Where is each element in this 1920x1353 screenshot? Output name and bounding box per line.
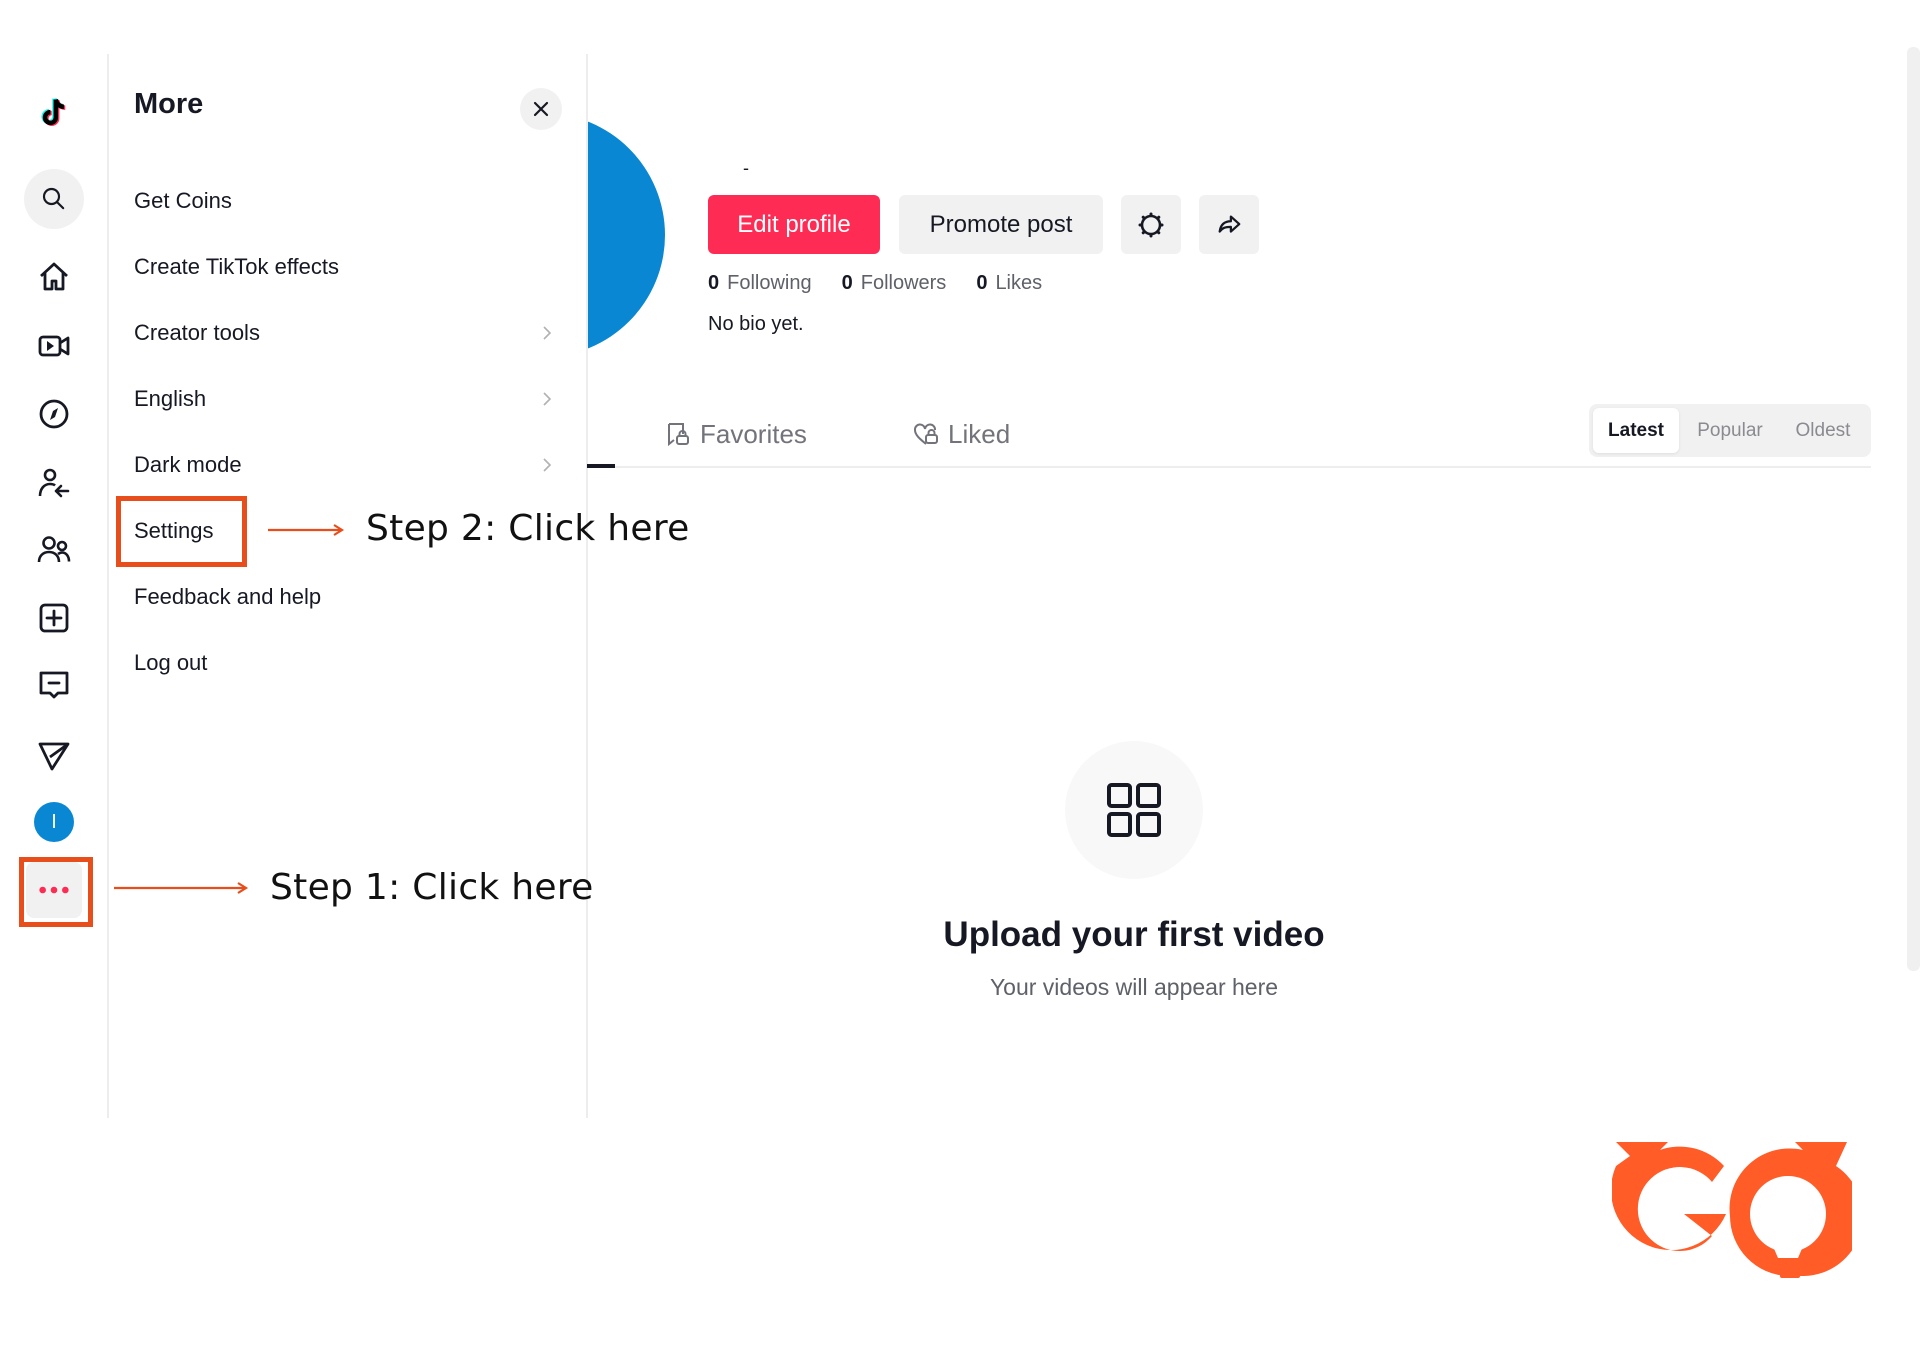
menu-item-feedback[interactable]: Feedback and help	[134, 572, 564, 622]
rail-messages-button[interactable]	[24, 725, 84, 785]
step2-label: Step 2: Click here	[366, 508, 690, 549]
grid-icon	[1107, 783, 1161, 837]
step2-highlight-box	[116, 496, 247, 567]
menu-item-label: Creator tools	[134, 320, 260, 345]
menu-item-label: Get Coins	[134, 188, 232, 213]
menu-item-creator-tools[interactable]: Creator tools	[134, 308, 564, 358]
step1-highlight-box	[19, 857, 93, 927]
share-icon	[1218, 214, 1241, 233]
close-icon	[533, 101, 549, 117]
sort-option-oldest[interactable]: Oldest	[1779, 408, 1867, 453]
settings-button[interactable]	[1121, 195, 1181, 254]
search-icon	[42, 187, 65, 210]
rail-home-button[interactable]	[24, 247, 84, 307]
rail-divider	[107, 54, 109, 1118]
menu-item-log-out[interactable]: Log out	[134, 638, 564, 688]
person-following-icon	[38, 468, 70, 498]
rail-activity-button[interactable]	[24, 655, 84, 715]
tiktok-logo[interactable]	[24, 83, 84, 143]
edit-profile-button[interactable]: Edit profile	[708, 195, 880, 254]
menu-item-dark-mode[interactable]: Dark mode	[134, 440, 564, 490]
chevron-right-icon	[543, 392, 552, 406]
tab-liked[interactable]: Liked	[912, 414, 1010, 454]
compass-icon	[39, 399, 69, 429]
stat-following[interactable]: 0 Following	[708, 272, 812, 295]
step2-arrow-icon	[268, 524, 345, 536]
profile-bio: No bio yet.	[708, 313, 804, 335]
empty-state-subtitle: Your videos will appear here	[989, 974, 1279, 1000]
menu-item-get-coins[interactable]: Get Coins	[134, 176, 564, 226]
tabs-divider	[587, 466, 1871, 468]
menu-item-label: Dark mode	[134, 452, 242, 477]
menu-item-label: English	[134, 386, 207, 411]
stat-value: 0	[841, 272, 853, 294]
tab-label: Liked	[948, 418, 1011, 449]
rail-search-button[interactable]	[24, 169, 84, 229]
bookmark-lock-icon	[668, 423, 689, 447]
step1-label: Step 1: Click here	[270, 867, 594, 908]
menu-item-label: Feedback and help	[134, 584, 322, 609]
menu-item-language[interactable]: English	[134, 374, 564, 424]
stat-label: Followers	[860, 272, 947, 294]
home-icon	[40, 262, 68, 291]
rail-explore-button[interactable]	[24, 384, 84, 444]
video-camera-icon	[38, 335, 70, 357]
share-button[interactable]	[1199, 195, 1259, 254]
stat-followers[interactable]: 0 Followers	[842, 272, 947, 295]
plus-square-icon	[39, 603, 69, 633]
tiktok-logo-icon	[41, 98, 66, 127]
menu-item-label: Create TikTok effects	[134, 254, 340, 279]
username: -	[743, 158, 749, 178]
stat-value: 0	[708, 272, 720, 294]
close-button[interactable]	[520, 88, 562, 130]
rail-live-button[interactable]	[24, 316, 84, 376]
empty-state-icon-container	[1065, 741, 1203, 879]
chevron-right-icon	[543, 458, 552, 472]
rail-profile-button[interactable]: I	[24, 792, 84, 852]
friends-icon	[37, 536, 71, 563]
sort-option-popular[interactable]: Popular	[1683, 408, 1777, 453]
step1-arrow-icon	[114, 882, 249, 894]
inbox-message-icon	[39, 671, 69, 699]
chevron-right-icon	[543, 326, 552, 340]
go-logo-icon	[1612, 1142, 1852, 1278]
panel-divider	[586, 54, 588, 1118]
sort-option-latest[interactable]: Latest	[1593, 408, 1679, 453]
gear-icon	[1138, 212, 1164, 237]
heart-lock-icon	[914, 423, 938, 445]
rail-following-button[interactable]	[24, 453, 84, 513]
rail-friends-button[interactable]	[24, 520, 84, 580]
avatar-initial: I	[51, 810, 57, 833]
page-scrollbar[interactable]	[1907, 47, 1920, 971]
tab-favorites[interactable]: Favorites	[664, 414, 807, 454]
stat-likes: 0 Likes	[976, 272, 1042, 295]
avatar: I	[34, 802, 74, 842]
send-icon	[38, 742, 70, 771]
stat-label: Following	[727, 272, 812, 294]
more-panel-title: More	[134, 88, 204, 120]
promote-post-button[interactable]: Promote post	[899, 195, 1103, 254]
rail-upload-button[interactable]	[24, 588, 84, 648]
empty-state-title: Upload your first video	[943, 915, 1325, 954]
sort-segmented-control: Latest Popular Oldest	[1589, 404, 1871, 457]
stat-value: 0	[976, 272, 988, 294]
menu-item-create-effects[interactable]: Create TikTok effects	[134, 242, 564, 292]
active-tab-indicator	[587, 464, 615, 468]
stat-label: Likes	[995, 272, 1043, 294]
tab-label: Favorites	[700, 418, 807, 449]
menu-item-label: Log out	[134, 650, 208, 675]
profile-stats: 0 Following 0 Followers 0 Likes	[708, 272, 1042, 295]
